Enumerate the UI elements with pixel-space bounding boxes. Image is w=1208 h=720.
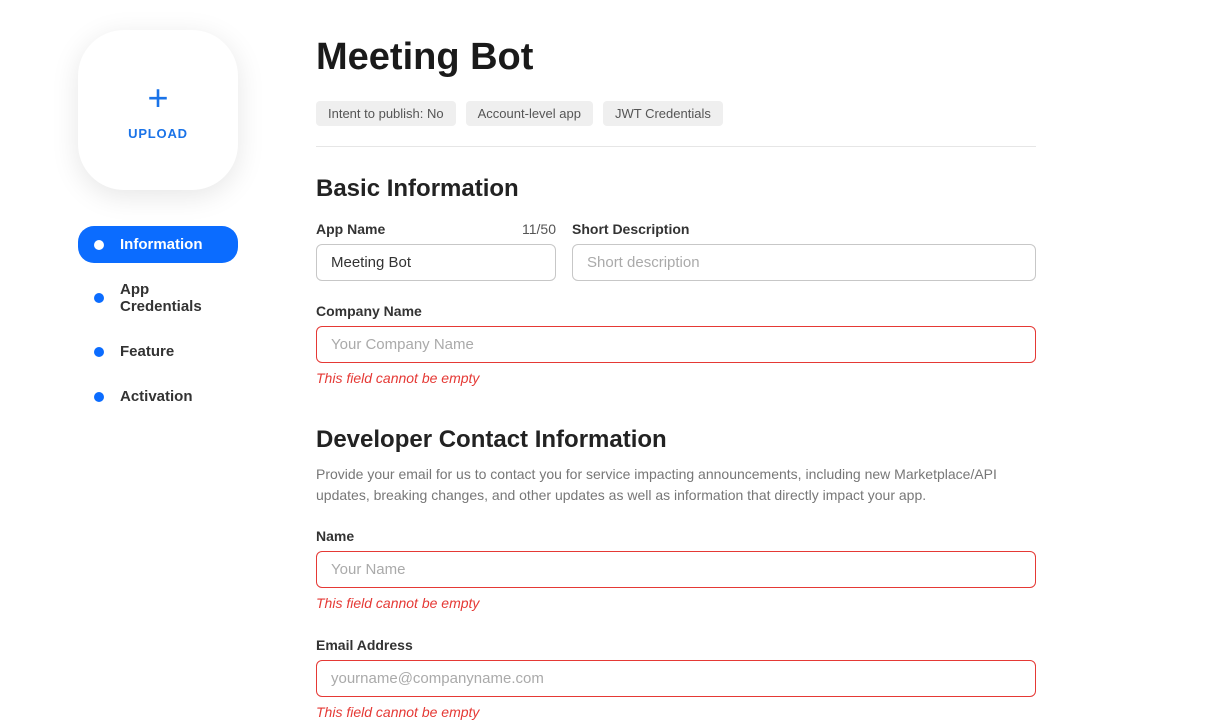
sidebar-item-feature[interactable]: Feature (78, 333, 238, 370)
sidebar-item-label: Activation (120, 388, 193, 405)
name-input[interactable] (316, 551, 1036, 588)
company-field: Company Name This field cannot be empty (316, 303, 1036, 386)
tag-level: Account-level app (466, 101, 593, 126)
sidebar-item-label: Feature (120, 343, 174, 360)
name-error: This field cannot be empty (316, 595, 1036, 611)
page-title: Meeting Bot (316, 36, 1036, 79)
tag-row: Intent to publish: No Account-level app … (316, 101, 1036, 126)
nav-dot-icon (94, 347, 104, 357)
sidebar-item-app-credentials[interactable]: App Credentials (78, 271, 238, 325)
email-label: Email Address (316, 637, 413, 653)
company-error: This field cannot be empty (316, 370, 1036, 386)
tag-intent: Intent to publish: No (316, 101, 456, 126)
sidebar-item-activation[interactable]: Activation (78, 378, 238, 415)
divider (316, 146, 1036, 147)
app-name-counter: 11/50 (522, 221, 556, 237)
sidebar-nav: Information App Credentials Feature Acti… (78, 226, 276, 415)
contact-info-title: Developer Contact Information (316, 426, 1036, 454)
name-label: Name (316, 528, 354, 544)
app-name-field: App Name 11/50 (316, 221, 556, 281)
short-desc-input[interactable] (572, 244, 1036, 281)
main-content: Meeting Bot Intent to publish: No Accoun… (316, 0, 1076, 720)
email-error: This field cannot be empty (316, 704, 1036, 720)
app-name-input[interactable] (316, 244, 556, 281)
plus-icon: + (147, 80, 168, 116)
name-field: Name This field cannot be empty (316, 528, 1036, 611)
sidebar: + UPLOAD Information App Credentials Fea… (0, 0, 316, 720)
contact-info-desc: Provide your email for us to contact you… (316, 464, 1036, 506)
sidebar-item-label: Information (120, 236, 203, 253)
email-input[interactable] (316, 660, 1036, 697)
nav-dot-icon (94, 392, 104, 402)
short-desc-field: Short Description (572, 221, 1036, 281)
sidebar-item-label: App Credentials (120, 281, 222, 315)
upload-card[interactable]: + UPLOAD (78, 30, 238, 190)
upload-label: UPLOAD (128, 126, 188, 141)
short-desc-label: Short Description (572, 221, 689, 237)
nav-dot-icon (94, 240, 104, 250)
tag-credentials: JWT Credentials (603, 101, 723, 126)
nav-dot-icon (94, 293, 104, 303)
company-input[interactable] (316, 326, 1036, 363)
company-label: Company Name (316, 303, 422, 319)
app-name-label: App Name (316, 221, 385, 237)
basic-info-title: Basic Information (316, 175, 1036, 203)
sidebar-item-information[interactable]: Information (78, 226, 238, 263)
